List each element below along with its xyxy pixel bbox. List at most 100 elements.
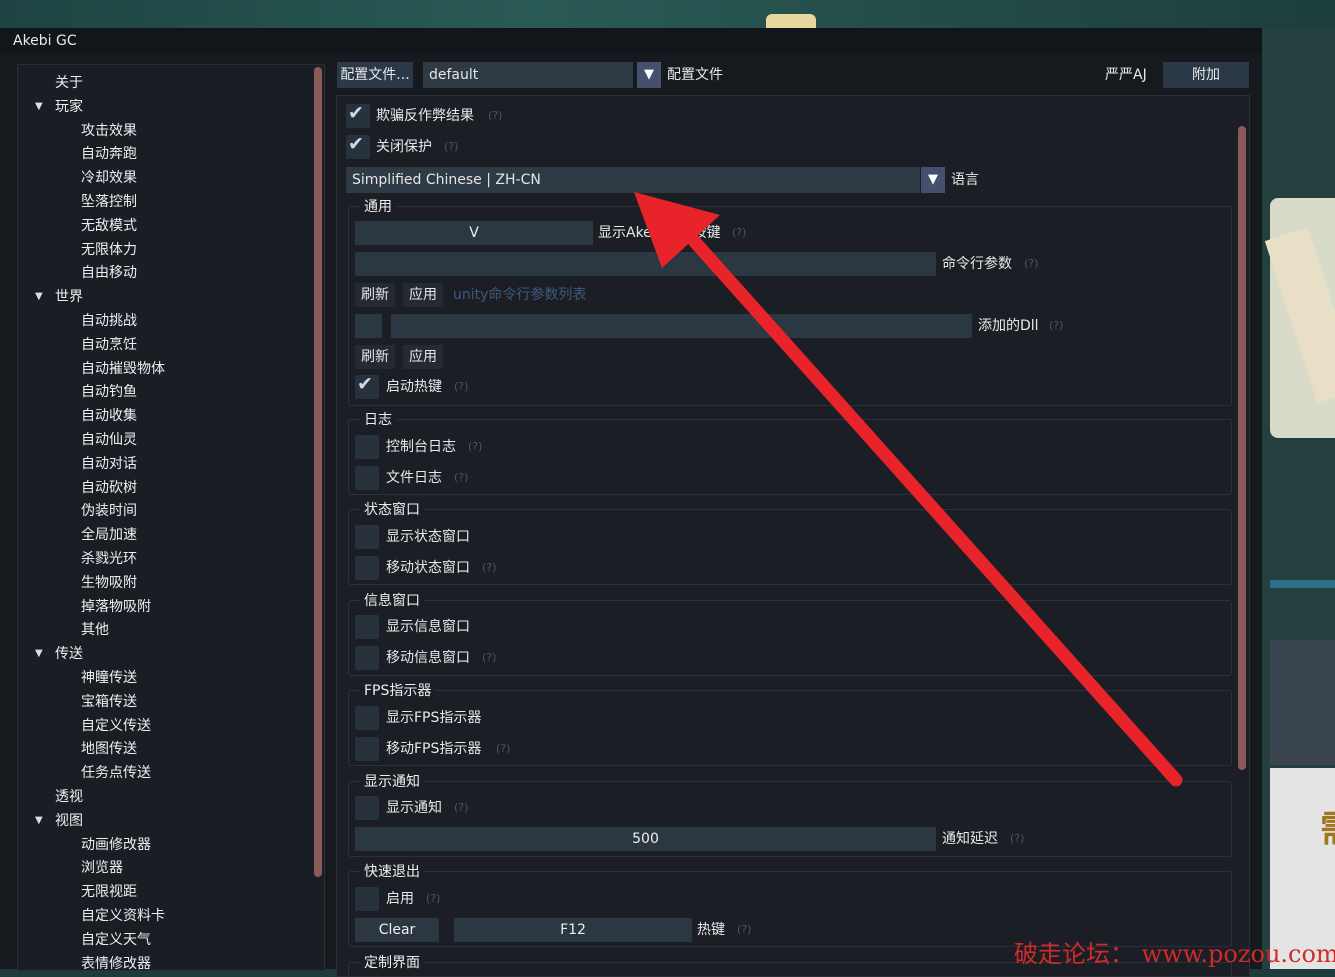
help-icon[interactable]: (?) — [482, 647, 496, 669]
unity-args-link[interactable]: unity命令行参数列表 — [453, 284, 586, 306]
help-icon[interactable]: (?) — [454, 467, 468, 489]
sidebar-item[interactable]: 自动奔跑 — [81, 143, 137, 165]
move-info-label: 移动信息窗口 — [386, 650, 470, 666]
sidebar-item[interactable]: 关于 — [55, 72, 83, 94]
sidebar-item[interactable]: 地图传送 — [81, 738, 137, 760]
console-log-checkbox[interactable] — [355, 435, 379, 459]
apply-button[interactable]: 应用 — [403, 283, 443, 307]
help-icon[interactable]: (?) — [468, 436, 482, 458]
cmdline-args-input[interactable] — [355, 252, 936, 276]
spoof-ac-checkbox[interactable] — [346, 102, 370, 128]
dll-color-swatch[interactable] — [355, 314, 382, 338]
exit-hotkey-field[interactable]: F12 — [454, 918, 692, 942]
chevron-down-icon[interactable]: ▼ — [921, 167, 945, 193]
sidebar-item[interactable]: 自定义天气 — [81, 929, 151, 951]
help-icon[interactable]: (?) — [1024, 253, 1038, 275]
fps-title: FPS指示器 — [360, 680, 436, 702]
info-window-section — [348, 600, 1232, 676]
chevron-down-icon[interactable]: ▼ — [35, 286, 47, 308]
help-icon[interactable]: (?) — [488, 105, 502, 127]
sidebar-item[interactable]: 自定义传送 — [81, 715, 151, 737]
sidebar-item[interactable]: 自动烹饪 — [81, 334, 137, 356]
fast-exit-checkbox[interactable] — [355, 887, 379, 911]
sidebar-item[interactable]: 自定义资料卡 — [81, 905, 165, 927]
sidebar-item[interactable]: 无限体力 — [81, 239, 137, 261]
move-fps-checkbox[interactable] — [355, 737, 379, 761]
custom-ui-title: 定制界面 — [360, 952, 424, 974]
menu-hotkey-label: 显示Akebi菜单按键 — [598, 225, 721, 241]
sidebar-item[interactable]: 视图 — [55, 810, 83, 832]
move-status-label: 移动状态窗口 — [386, 560, 470, 576]
sidebar-item[interactable]: 浏览器 — [81, 857, 123, 879]
help-icon[interactable]: (?) — [454, 376, 468, 398]
notification-delay-slider[interactable]: 500 — [355, 827, 936, 851]
sidebar-item[interactable]: 杀戮光环 — [81, 548, 137, 570]
sidebar-item[interactable]: 世界 — [55, 286, 83, 308]
attach-button[interactable]: 附加 — [1163, 62, 1249, 88]
show-info-checkbox[interactable] — [355, 615, 379, 639]
show-info-label: 显示信息窗口 — [386, 619, 470, 635]
sidebar-item[interactable]: 生物吸附 — [81, 572, 137, 594]
help-icon[interactable]: (?) — [737, 919, 751, 941]
sidebar-item[interactable]: 自动对话 — [81, 453, 137, 475]
enable-hotkeys-checkbox[interactable] — [355, 373, 379, 399]
main-panel: 配置文件... default ▼ 配置文件 严严AJ 附加 欺骗反作弊结果 (… — [333, 58, 1262, 977]
sidebar-item[interactable]: 自动钓鱼 — [81, 381, 137, 403]
content-scrollbar[interactable] — [1238, 126, 1246, 770]
window-title: Akebi GC — [0, 28, 1262, 54]
sidebar-item[interactable]: 自动挑战 — [81, 310, 137, 332]
help-icon[interactable]: (?) — [1049, 315, 1063, 337]
language-select[interactable]: Simplified Chinese | ZH-CN — [346, 167, 920, 193]
dll-input[interactable] — [391, 314, 972, 338]
help-icon[interactable]: (?) — [426, 888, 440, 910]
show-fps-checkbox[interactable] — [355, 706, 379, 730]
move-info-checkbox[interactable] — [355, 646, 379, 670]
sidebar-item[interactable]: 自动砍树 — [81, 477, 137, 499]
show-status-checkbox[interactable] — [355, 525, 379, 549]
clear-hotkey-button[interactable]: Clear — [355, 918, 439, 942]
sidebar-item[interactable]: 无敌模式 — [81, 215, 137, 237]
profile-menu-button[interactable]: 配置文件... — [337, 62, 413, 88]
sidebar-item[interactable]: 透视 — [55, 786, 83, 808]
sidebar-item[interactable]: 全局加速 — [81, 524, 137, 546]
sidebar-item[interactable]: 伪装时间 — [81, 500, 137, 522]
sidebar-item[interactable]: 自由移动 — [81, 262, 137, 284]
sidebar-scrollbar[interactable] — [314, 67, 322, 877]
help-icon[interactable]: (?) — [454, 797, 468, 819]
menu-hotkey-field[interactable]: V — [355, 221, 593, 245]
chevron-down-icon[interactable]: ▼ — [35, 643, 47, 665]
sidebar-item[interactable]: 神瞳传送 — [81, 667, 137, 689]
sidebar-item[interactable]: 任务点传送 — [81, 762, 151, 784]
help-icon[interactable]: (?) — [482, 557, 496, 579]
sidebar-item[interactable]: 坠落控制 — [81, 191, 137, 213]
show-notifications-checkbox[interactable] — [355, 796, 379, 820]
sidebar-item[interactable]: 攻击效果 — [81, 120, 137, 142]
sidebar-item[interactable]: 宝箱传送 — [81, 691, 137, 713]
console-log-label: 控制台日志 — [386, 439, 456, 455]
profile-select[interactable]: default — [423, 62, 633, 88]
sidebar-item[interactable]: 传送 — [55, 643, 83, 665]
help-icon[interactable]: (?) — [496, 738, 510, 760]
sidebar-item[interactable]: 其他 — [81, 619, 109, 641]
move-status-checkbox[interactable] — [355, 556, 379, 580]
sidebar-item[interactable]: 玩家 — [55, 96, 83, 118]
sidebar-item[interactable]: 无限视距 — [81, 881, 137, 903]
refresh-button[interactable]: 刷新 — [355, 345, 395, 369]
sidebar-item[interactable]: 自动收集 — [81, 405, 137, 427]
help-icon[interactable]: (?) — [732, 222, 746, 244]
help-icon[interactable]: (?) — [1010, 828, 1024, 850]
chevron-down-icon[interactable]: ▼ — [35, 810, 47, 832]
file-log-checkbox[interactable] — [355, 466, 379, 490]
chevron-down-icon[interactable]: ▼ — [35, 96, 47, 118]
sidebar-item[interactable]: 自动仙灵 — [81, 429, 137, 451]
sidebar-item[interactable]: 自动摧毁物体 — [81, 358, 165, 380]
sidebar-item[interactable]: 表情修改器 — [81, 953, 151, 970]
sidebar-item[interactable]: 动画修改器 — [81, 834, 151, 856]
help-icon[interactable]: (?) — [444, 136, 458, 158]
refresh-button[interactable]: 刷新 — [355, 283, 395, 307]
apply-button[interactable]: 应用 — [403, 345, 443, 369]
sidebar-item[interactable]: 冷却效果 — [81, 167, 137, 189]
disable-protection-checkbox[interactable] — [346, 133, 370, 159]
sidebar-item[interactable]: 掉落物吸附 — [81, 596, 151, 618]
chevron-down-icon[interactable]: ▼ — [637, 62, 661, 88]
